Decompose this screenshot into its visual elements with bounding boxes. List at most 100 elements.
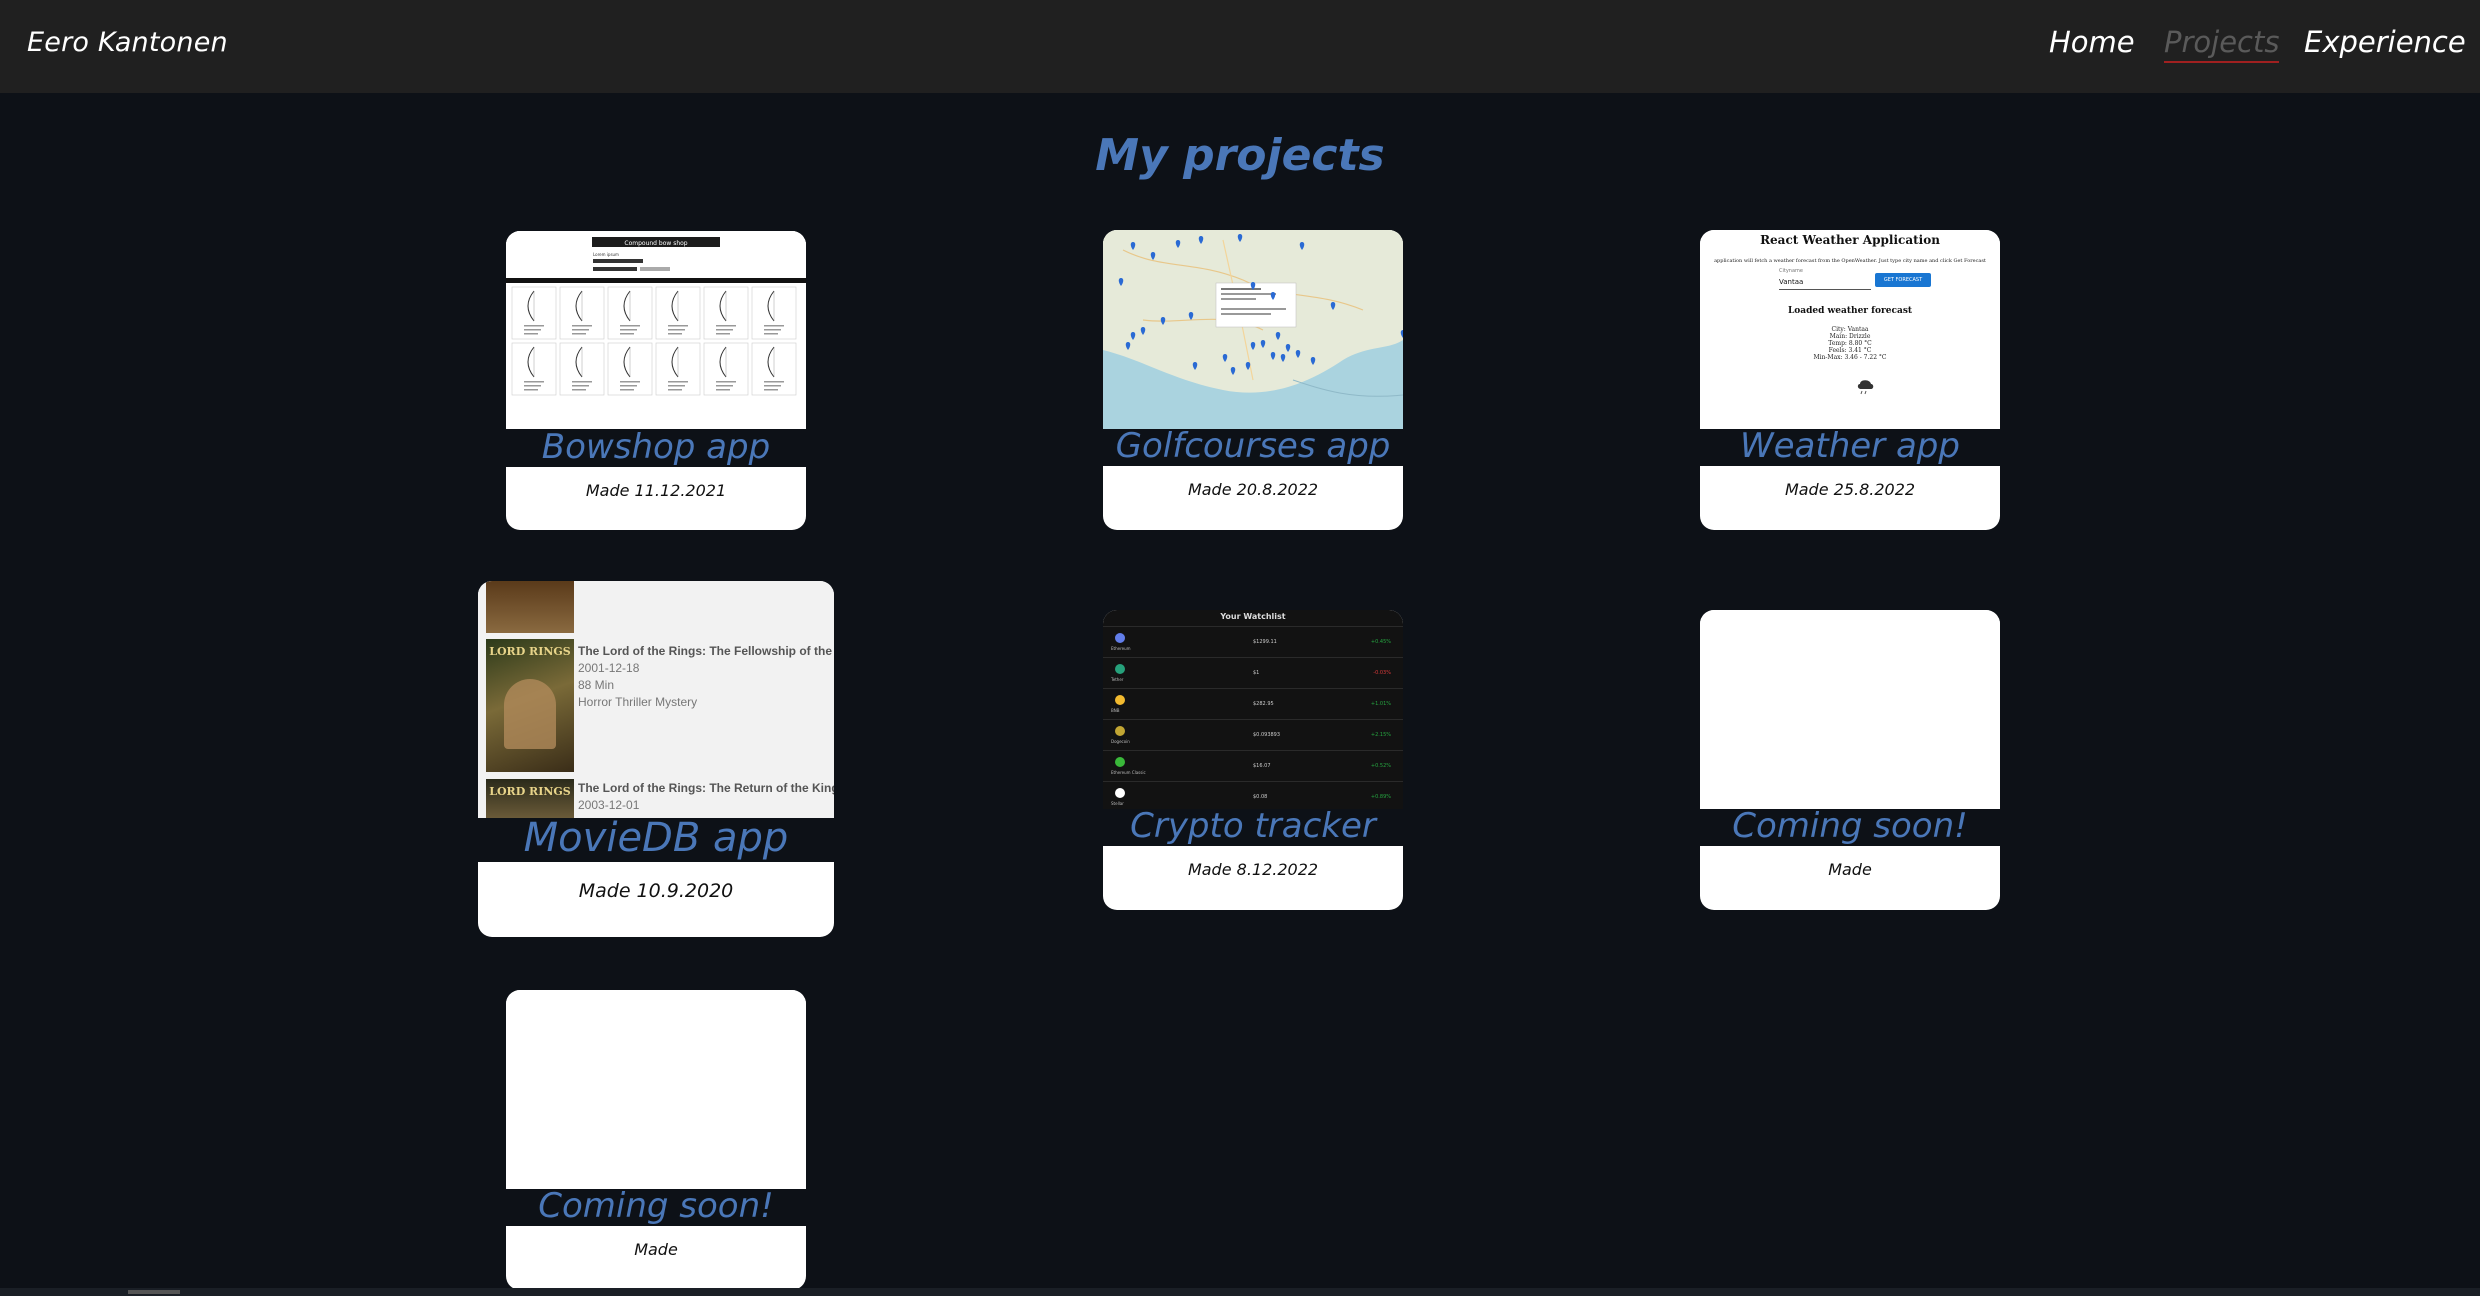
bowshop-screenshot: Compound bow shop Lorem ipsum xyxy=(506,231,806,429)
product-text-line xyxy=(764,329,781,331)
project-date: Made xyxy=(1828,860,1872,879)
movie-date-1: 2001-12-18 xyxy=(578,661,640,675)
coin-name: Ethereum Classic xyxy=(1111,770,1146,775)
product-text-line xyxy=(572,333,586,335)
product-text-line xyxy=(716,325,736,327)
watchlist-row: Tether $1 -0.03% xyxy=(1103,657,1403,688)
bowshop-sub-text: Lorem ipsum xyxy=(593,252,619,257)
coin-icon xyxy=(1115,695,1125,705)
coin-name: Dogecoin xyxy=(1111,739,1130,744)
product-text-line xyxy=(572,389,586,391)
brand-name[interactable]: Eero Kantonen xyxy=(27,27,228,58)
product-text-line xyxy=(668,389,682,391)
watchlist-row: Ethereum $1299.11 +0.45% xyxy=(1103,626,1403,657)
product-text-line xyxy=(620,389,634,391)
coin-price: $1 xyxy=(1253,670,1260,676)
movie-runtime-1: 88 Min xyxy=(578,678,615,692)
coin-change: +1.01% xyxy=(1370,701,1391,707)
project-card-coming-soon-1[interactable]: Coming soon! Made xyxy=(1700,610,2000,910)
product-text-line xyxy=(764,333,778,335)
project-title[interactable]: Coming soon! xyxy=(1700,806,2000,846)
project-date: Made xyxy=(634,1240,678,1259)
product-text-line xyxy=(524,381,544,383)
nav-experience[interactable]: Experience xyxy=(2304,25,2466,59)
project-card-coming-soon-2[interactable]: Coming soon! Made xyxy=(506,990,806,1290)
watchlist-row: Stellar $0.08 +0.89% xyxy=(1103,781,1403,809)
project-title[interactable]: Golfcourses app xyxy=(1103,426,1403,466)
coin-change: +0.45% xyxy=(1370,639,1391,645)
weather-thumb-title: React Weather Application xyxy=(1760,233,1940,247)
city-input-label: Cityname xyxy=(1779,268,1803,274)
page-title: My projects xyxy=(1095,130,1385,181)
project-card-crypto[interactable]: Your Watchlist Ethereum $1299.11 +0.45% Tet… xyxy=(1103,610,1403,910)
weather-screenshot: React Weather Application application wi… xyxy=(1700,230,2000,429)
movie-genres-1: Horror Thriller Mystery xyxy=(578,695,698,709)
coin-icon xyxy=(1115,788,1125,798)
product-text-line xyxy=(668,333,682,335)
golf-map-screenshot xyxy=(1103,230,1403,429)
product-text-line xyxy=(764,325,784,327)
scrollbar-thumb[interactable] xyxy=(128,1290,180,1294)
blank-thumbnail xyxy=(1700,610,2000,809)
coin-name: Ethereum xyxy=(1111,646,1131,651)
coin-icon xyxy=(1115,757,1125,767)
weather-cloud-icon xyxy=(1856,376,1876,396)
project-card-bowshop[interactable]: Compound bow shop Lorem ipsum Bowshop ap… xyxy=(506,231,806,530)
weather-line: Main: Drizzle xyxy=(1829,333,1871,340)
poster-logo-text: LORD RINGS xyxy=(489,785,571,798)
moviedb-screenshot: LORD RINGS LORD RINGS The Lord of the Ri… xyxy=(478,581,834,818)
nav-projects[interactable]: Projects xyxy=(2164,25,2280,63)
watchlist-rows: Ethereum $1299.11 +0.45% Tether $1 -0.03% BNB $… xyxy=(1103,626,1403,809)
project-date: Made 11.12.2021 xyxy=(585,481,727,500)
coin-icon xyxy=(1115,633,1125,643)
project-date: Made 20.8.2022 xyxy=(1187,480,1319,499)
top-navbar: Eero Kantonen Home Projects Experience xyxy=(0,0,2480,93)
movie-title-2: The Lord of the Rings: The Return of the… xyxy=(578,781,834,795)
project-date: Made 25.8.2022 xyxy=(1784,480,1916,499)
product-text-line xyxy=(524,325,544,327)
product-text-line xyxy=(764,381,784,383)
product-text-line xyxy=(716,329,733,331)
product-text-line xyxy=(716,385,733,387)
coin-name: Tether xyxy=(1111,677,1124,682)
project-title[interactable]: Bowshop app xyxy=(506,427,806,467)
coin-change: +0.52% xyxy=(1370,763,1391,769)
product-text-line xyxy=(524,389,538,391)
crypto-screenshot: Your Watchlist Ethereum $1299.11 +0.45% Tet… xyxy=(1103,610,1403,809)
watchlist-header: Your Watchlist xyxy=(1220,612,1286,621)
loaded-forecast-heading: Loaded weather forecast xyxy=(1787,306,1913,316)
project-title[interactable]: Weather app xyxy=(1700,426,2000,466)
weather-line: Min-Max: 3.46 - 7.22 °C xyxy=(1813,354,1887,361)
coin-change: -0.03% xyxy=(1373,670,1391,676)
coin-price: $282.95 xyxy=(1253,701,1274,707)
horizontal-scrollbar[interactable] xyxy=(0,1288,2480,1296)
movie-poster-2: LORD RINGS xyxy=(486,779,574,818)
product-text-line xyxy=(572,329,589,331)
product-text-line xyxy=(716,333,730,335)
product-text-line xyxy=(524,333,538,335)
project-card-moviedb[interactable]: LORD RINGS LORD RINGS The Lord of the Ri… xyxy=(478,581,834,937)
coin-price: $0.093893 xyxy=(1253,732,1281,738)
product-text-line xyxy=(524,385,541,387)
watchlist-row: Dogecoin $0.093893 +2.15% xyxy=(1103,719,1403,750)
movie-date-2: 2003-12-01 xyxy=(578,798,640,812)
city-input-value: Vantaa xyxy=(1779,278,1804,286)
city-input: Cityname Vantaa xyxy=(1779,268,1871,290)
product-text-line xyxy=(572,325,592,327)
weather-detail-lines: City: Vantaa Main: Drizzle Temp: 8.80 °C Fe… xyxy=(1700,326,2000,361)
project-title[interactable]: Crypto tracker xyxy=(1103,806,1403,846)
coin-change: +0.89% xyxy=(1370,794,1391,800)
movie-poster-1: LORD RINGS xyxy=(486,639,574,772)
weather-line: City: Vantaa xyxy=(1831,326,1869,333)
project-card-golfcourses[interactable]: Golfcourses app Made 20.8.2022 xyxy=(1103,230,1403,530)
product-text-line xyxy=(716,389,730,391)
project-date: Made 10.9.2020 xyxy=(578,880,734,902)
project-title[interactable]: Coming soon! xyxy=(506,1186,806,1226)
project-title[interactable]: MovieDB app xyxy=(478,815,834,861)
coin-price: $0.08 xyxy=(1253,794,1268,800)
nav-home[interactable]: Home xyxy=(2049,25,2135,59)
poster-logo-text: LORD RINGS xyxy=(489,645,571,658)
product-text-line xyxy=(572,381,592,383)
project-card-weather[interactable]: React Weather Application application wi… xyxy=(1700,230,2000,530)
coin-icon xyxy=(1115,664,1125,674)
